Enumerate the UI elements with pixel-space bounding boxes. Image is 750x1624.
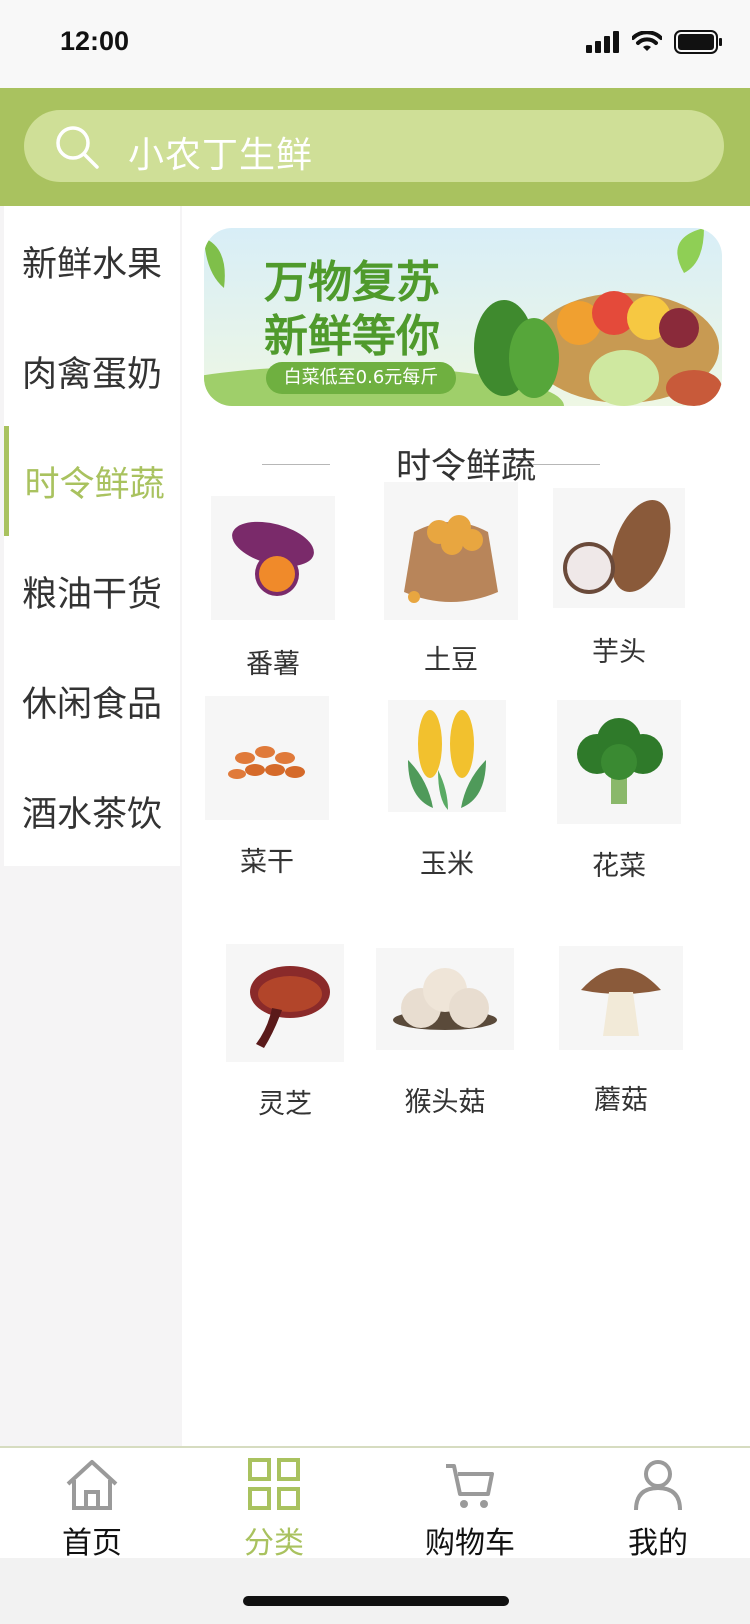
- product-label: 玉米: [420, 849, 474, 880]
- product-label: 番薯: [246, 649, 300, 680]
- sidebar-item-grain-oil[interactable]: 粮油干货: [4, 536, 180, 646]
- status-icons: [586, 30, 722, 54]
- lingzhi-icon: [226, 944, 344, 1062]
- divider-right: [532, 464, 600, 465]
- product-item[interactable]: 蘑菇: [546, 946, 696, 1117]
- bottom-tab-bar: 首页 分类 购物车 我的: [0, 1446, 750, 1561]
- product-label: 灵芝: [258, 1089, 312, 1120]
- product-item[interactable]: 玉米: [372, 700, 522, 881]
- broccoli-icon: [557, 700, 681, 824]
- product-label: 蘑菇: [594, 1085, 648, 1116]
- mushroom-icon: [559, 946, 683, 1050]
- wifi-icon: [632, 31, 662, 51]
- sweet-potato-icon: [211, 496, 335, 620]
- user-icon: [634, 1460, 682, 1511]
- home-indicator[interactable]: [243, 1596, 509, 1606]
- tab-home[interactable]: 首页: [22, 1456, 162, 1562]
- product-item[interactable]: 菜干: [192, 696, 342, 879]
- tab-label: 我的: [628, 1526, 688, 1561]
- product-item[interactable]: 番薯: [198, 496, 348, 681]
- home-indicator-area: [0, 1558, 750, 1624]
- tab-label: 首页: [62, 1526, 122, 1561]
- tab-category[interactable]: 分类: [204, 1456, 344, 1562]
- banner-promo: 白菜低至0.6元每斤: [266, 362, 456, 394]
- sidebar-item-fresh-fruit[interactable]: 新鲜水果: [4, 206, 180, 316]
- category-sidebar: 新鲜水果 肉禽蛋奶 时令鲜蔬 粮油干货 休闲食品 酒水茶饮: [0, 206, 180, 1446]
- corn-icon: [388, 700, 506, 812]
- potato-sack-icon: [384, 482, 518, 620]
- product-item[interactable]: 土豆: [376, 482, 526, 677]
- signal-icon: [586, 31, 619, 53]
- taro-icon: [553, 488, 685, 608]
- search-placeholder: 小农丁生鲜: [128, 135, 314, 176]
- product-label: 猴头菇: [404, 1087, 486, 1118]
- sidebar-item-snacks[interactable]: 休闲食品: [4, 646, 180, 756]
- product-item[interactable]: 芋头: [544, 488, 694, 669]
- sidebar-item-drinks[interactable]: 酒水茶饮: [4, 756, 180, 866]
- category-content: 万物复苏 新鲜等你 白菜低至0.6元每斤 时令鲜蔬 番薯 土豆 芋头 菜干 玉米…: [182, 206, 750, 1446]
- promo-banner[interactable]: 万物复苏 新鲜等你 白菜低至0.6元每斤: [204, 228, 722, 406]
- cart-icon: [446, 1464, 494, 1508]
- search-icon: [56, 126, 99, 169]
- status-bar: 12:00: [0, 0, 750, 88]
- section-header: 时令鲜蔬: [182, 438, 750, 488]
- home-icon: [66, 1460, 118, 1510]
- tab-cart[interactable]: 购物车: [400, 1456, 540, 1562]
- tab-mine[interactable]: 我的: [588, 1456, 728, 1562]
- product-item[interactable]: 花菜: [544, 700, 694, 883]
- grid-icon: [248, 1458, 300, 1510]
- hericium-icon: [376, 948, 514, 1050]
- search-bar[interactable]: 小农丁生鲜: [24, 110, 724, 182]
- battery-icon: [674, 30, 722, 54]
- product-item[interactable]: 猴头菇: [370, 948, 520, 1119]
- product-label: 土豆: [424, 645, 478, 676]
- sidebar-item-seasonal-vegetables[interactable]: 时令鲜蔬: [4, 426, 180, 536]
- product-label: 菜干: [240, 847, 294, 878]
- sidebar-item-meat-egg-milk[interactable]: 肉禽蛋奶: [4, 316, 180, 426]
- status-time: 12:00: [60, 26, 130, 56]
- dried-vegetable-icon: [205, 696, 329, 820]
- product-item[interactable]: 灵芝: [210, 944, 360, 1121]
- product-label: 芋头: [592, 637, 646, 668]
- tab-label: 购物车: [425, 1526, 515, 1561]
- tab-label: 分类: [244, 1526, 304, 1561]
- product-label: 花菜: [592, 851, 646, 882]
- header: 小农丁生鲜: [0, 88, 750, 206]
- banner-headline-2: 新鲜等你: [264, 311, 440, 362]
